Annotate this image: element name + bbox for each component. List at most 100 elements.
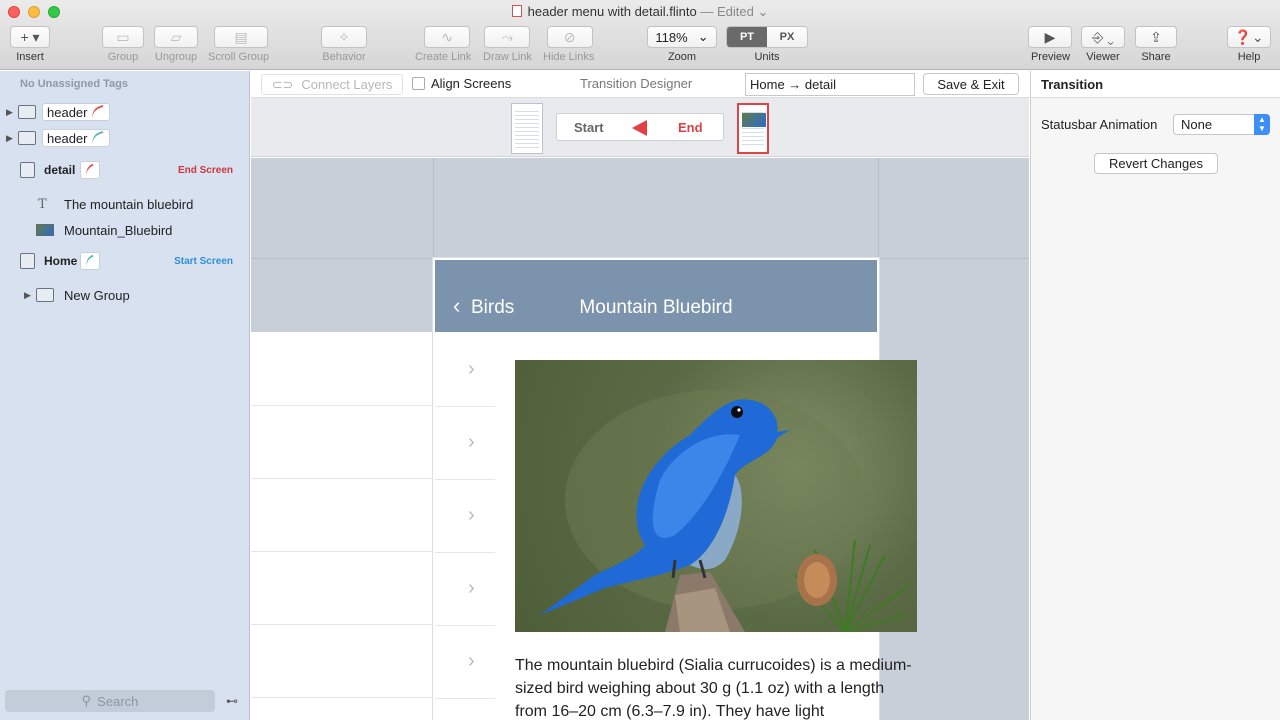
folder-icon bbox=[18, 105, 36, 119]
units-label: Units bbox=[754, 51, 780, 63]
checkbox-icon[interactable] bbox=[412, 77, 425, 90]
hide-links-button[interactable]: ⊘ bbox=[546, 26, 593, 48]
end-label[interactable]: End bbox=[678, 120, 703, 135]
disclosure-triangle-icon[interactable]: ▶ bbox=[6, 107, 13, 118]
layer-tag-box[interactable]: header bbox=[42, 129, 111, 147]
toolbar-insert[interactable]: + ▾ Insert bbox=[10, 26, 50, 63]
statusbar-animation-select[interactable]: None ▲ ▼ bbox=[1173, 114, 1270, 135]
toolbar-ungroup[interactable]: ▱ Ungroup bbox=[154, 26, 198, 63]
units-px-option[interactable]: PX bbox=[767, 27, 807, 47]
toolbar-preview[interactable]: ▶ Preview bbox=[1028, 26, 1072, 63]
direction-arrow-icon bbox=[632, 120, 647, 136]
start-end-toggle[interactable]: Start End bbox=[556, 113, 724, 141]
toolbar-draw-link[interactable]: ⤳ Draw Link bbox=[483, 26, 532, 63]
transition-curve-icon bbox=[83, 254, 97, 268]
chevron-right-icon: › bbox=[468, 431, 475, 453]
end-screen-thumbnail[interactable] bbox=[737, 103, 769, 154]
document-title: header menu with detail.flinto — Edited … bbox=[0, 4, 1280, 20]
document-name: header menu with detail.flinto bbox=[527, 4, 697, 19]
layer-header-1[interactable]: ▶ header bbox=[0, 100, 250, 124]
zoom-select[interactable]: 118% ⌄ bbox=[647, 26, 717, 48]
toolbar-create-link[interactable]: ∿ Create Link bbox=[415, 26, 471, 63]
select-stepper-icon[interactable]: ▲ ▼ bbox=[1254, 114, 1270, 135]
viewer-icon: ⎆ ⌄ bbox=[1092, 28, 1114, 45]
layer-tag-box[interactable] bbox=[80, 252, 100, 270]
layer-detail-screen[interactable]: detail End Screen bbox=[0, 158, 250, 182]
scroll-group-button[interactable]: ▤ bbox=[214, 26, 269, 48]
title-chevron-icon[interactable]: ⌄ bbox=[754, 4, 768, 19]
mountain-bluebird-image[interactable] bbox=[515, 360, 917, 632]
list-item[interactable]: › bbox=[435, 480, 495, 553]
transition-curve-icon bbox=[90, 130, 107, 146]
chevron-right-icon: › bbox=[468, 504, 475, 526]
list-item[interactable]: › bbox=[435, 626, 495, 699]
save-exit-button[interactable]: Save & Exit bbox=[923, 73, 1019, 95]
chevron-right-icon: › bbox=[468, 577, 475, 599]
layer-header-2[interactable]: ▶ header bbox=[0, 126, 250, 150]
behavior-label: Behavior bbox=[322, 51, 366, 63]
list-item[interactable]: › bbox=[435, 334, 495, 407]
layer-home-screen[interactable]: Home Start Screen bbox=[0, 249, 250, 273]
group-button[interactable]: ▭ bbox=[102, 26, 144, 48]
link-curve-icon: ∿ bbox=[441, 28, 453, 45]
layer-tag-box[interactable] bbox=[80, 161, 100, 179]
ungroup-button[interactable]: ▱ bbox=[154, 26, 198, 48]
draw-link-button[interactable]: ⤳ bbox=[484, 26, 531, 48]
filter-icon[interactable]: ⊷ bbox=[226, 694, 238, 708]
share-button[interactable]: ⇪ bbox=[1135, 26, 1177, 48]
disclosure-triangle-icon[interactable]: ▶ bbox=[24, 290, 31, 301]
layer-label: New Group bbox=[64, 287, 130, 303]
toolbar-scroll-group[interactable]: ▤ Scroll Group bbox=[208, 26, 269, 63]
align-screens-checkbox[interactable]: Align Screens bbox=[412, 76, 511, 91]
bird-description: The mountain bluebird (Sialia currucoide… bbox=[515, 657, 912, 720]
toolbar-group[interactable]: ▭ Group bbox=[102, 26, 144, 63]
layer-label: header bbox=[47, 104, 88, 120]
design-canvas[interactable]: ‹ Birds Mountain Bluebird › › › › › The … bbox=[251, 158, 1029, 720]
behavior-button[interactable]: ✧ bbox=[321, 26, 367, 48]
transition-curve-icon bbox=[90, 104, 107, 120]
search-placeholder: Search bbox=[97, 693, 139, 709]
viewer-button[interactable]: ⎆ ⌄ bbox=[1081, 26, 1125, 48]
units-segmented-control[interactable]: PT PX bbox=[726, 26, 808, 48]
units-pt-option[interactable]: PT bbox=[727, 27, 767, 47]
toolbar-hide-links[interactable]: ⊘ Hide Links bbox=[543, 26, 594, 63]
layer-image-bluebird[interactable]: Mountain_Bluebird bbox=[0, 218, 250, 242]
scroll-group-icon: ▤ bbox=[234, 28, 248, 45]
connect-layers-label: Connect Layers bbox=[301, 77, 393, 92]
layer-new-group[interactable]: ▶ New Group bbox=[0, 283, 250, 307]
layer-tag-box[interactable]: header bbox=[42, 103, 111, 121]
list-item[interactable]: › bbox=[435, 553, 495, 626]
hidden-link-icon: ⊘ bbox=[563, 28, 576, 45]
toolbar-viewer[interactable]: ⎆ ⌄ Viewer bbox=[1081, 26, 1125, 63]
chevron-right-icon: › bbox=[468, 650, 475, 672]
edited-indicator: — Edited bbox=[700, 4, 754, 19]
revert-changes-button[interactable]: Revert Changes bbox=[1094, 153, 1218, 174]
create-link-button[interactable]: ∿ bbox=[424, 26, 471, 48]
preview-button[interactable]: ▶ bbox=[1028, 26, 1072, 48]
toolbar-help[interactable]: ❓⌄ Help bbox=[1227, 26, 1271, 63]
bluebird-illustration bbox=[540, 390, 911, 632]
start-label[interactable]: Start bbox=[574, 120, 604, 135]
align-screens-label: Align Screens bbox=[431, 76, 512, 91]
chevron-down-icon: ⌄ bbox=[697, 29, 709, 44]
connect-layers-button[interactable]: ⊂⊃ Connect Layers bbox=[261, 74, 403, 95]
open-folder-icon: ▱ bbox=[170, 28, 182, 45]
search-icon: ⚲ bbox=[81, 693, 92, 708]
transition-name-field[interactable]: Home → detail bbox=[745, 73, 915, 96]
toolbar-zoom[interactable]: 118% ⌄ Zoom bbox=[647, 26, 717, 63]
toolbar-share[interactable]: ⇪ Share bbox=[1135, 26, 1177, 63]
transition-inspector: Transition Statusbar Animation None ▲ ▼ R… bbox=[1030, 71, 1280, 720]
insert-label: Insert bbox=[16, 51, 44, 63]
layer-search-input[interactable]: ⚲ Search bbox=[5, 690, 215, 712]
toolbar-units[interactable]: PT PX Units bbox=[726, 26, 808, 63]
layer-label: Home bbox=[44, 254, 78, 268]
toolbar-behavior[interactable]: ✧ Behavior bbox=[321, 26, 367, 63]
start-screen-thumbnail[interactable] bbox=[511, 103, 543, 154]
screen-icon bbox=[20, 162, 35, 178]
insert-button[interactable]: + ▾ bbox=[10, 26, 50, 48]
layer-text-bluebird[interactable]: T The mountain bluebird bbox=[0, 192, 250, 216]
list-item[interactable]: › bbox=[435, 407, 495, 480]
disclosure-triangle-icon[interactable]: ▶ bbox=[6, 133, 13, 144]
help-button[interactable]: ❓⌄ bbox=[1227, 26, 1271, 48]
magic-wand-icon: ✧ bbox=[338, 28, 350, 45]
